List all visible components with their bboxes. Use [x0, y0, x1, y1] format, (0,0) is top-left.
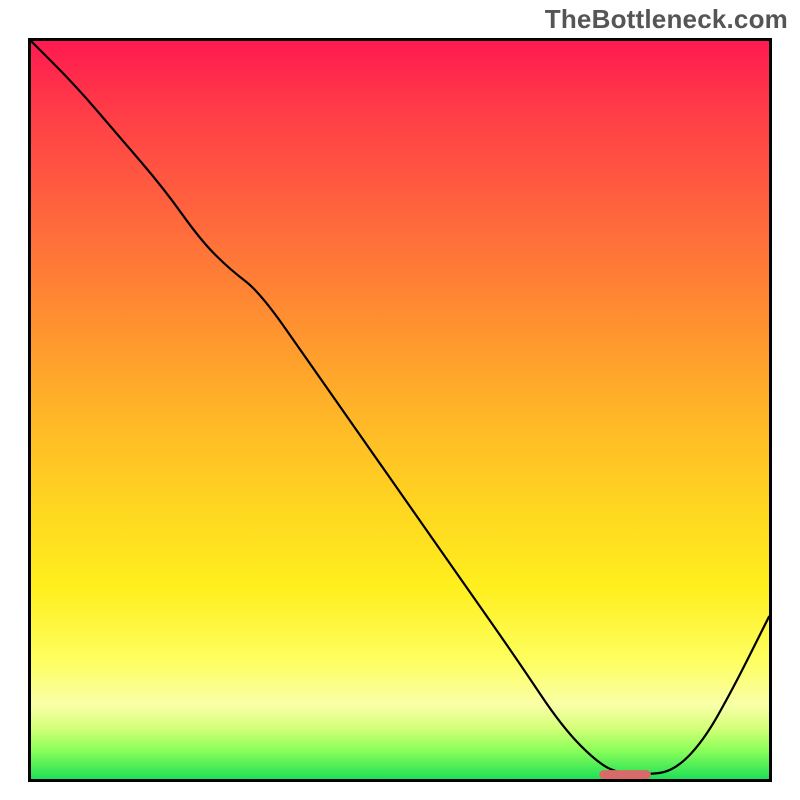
plot-frame: [28, 38, 772, 782]
watermark-text: TheBottleneck.com: [545, 4, 788, 35]
curve-svg: [31, 41, 769, 779]
chart-container: TheBottleneck.com: [0, 0, 800, 800]
optimal-marker: [599, 770, 651, 779]
bottleneck-curve: [31, 41, 769, 774]
